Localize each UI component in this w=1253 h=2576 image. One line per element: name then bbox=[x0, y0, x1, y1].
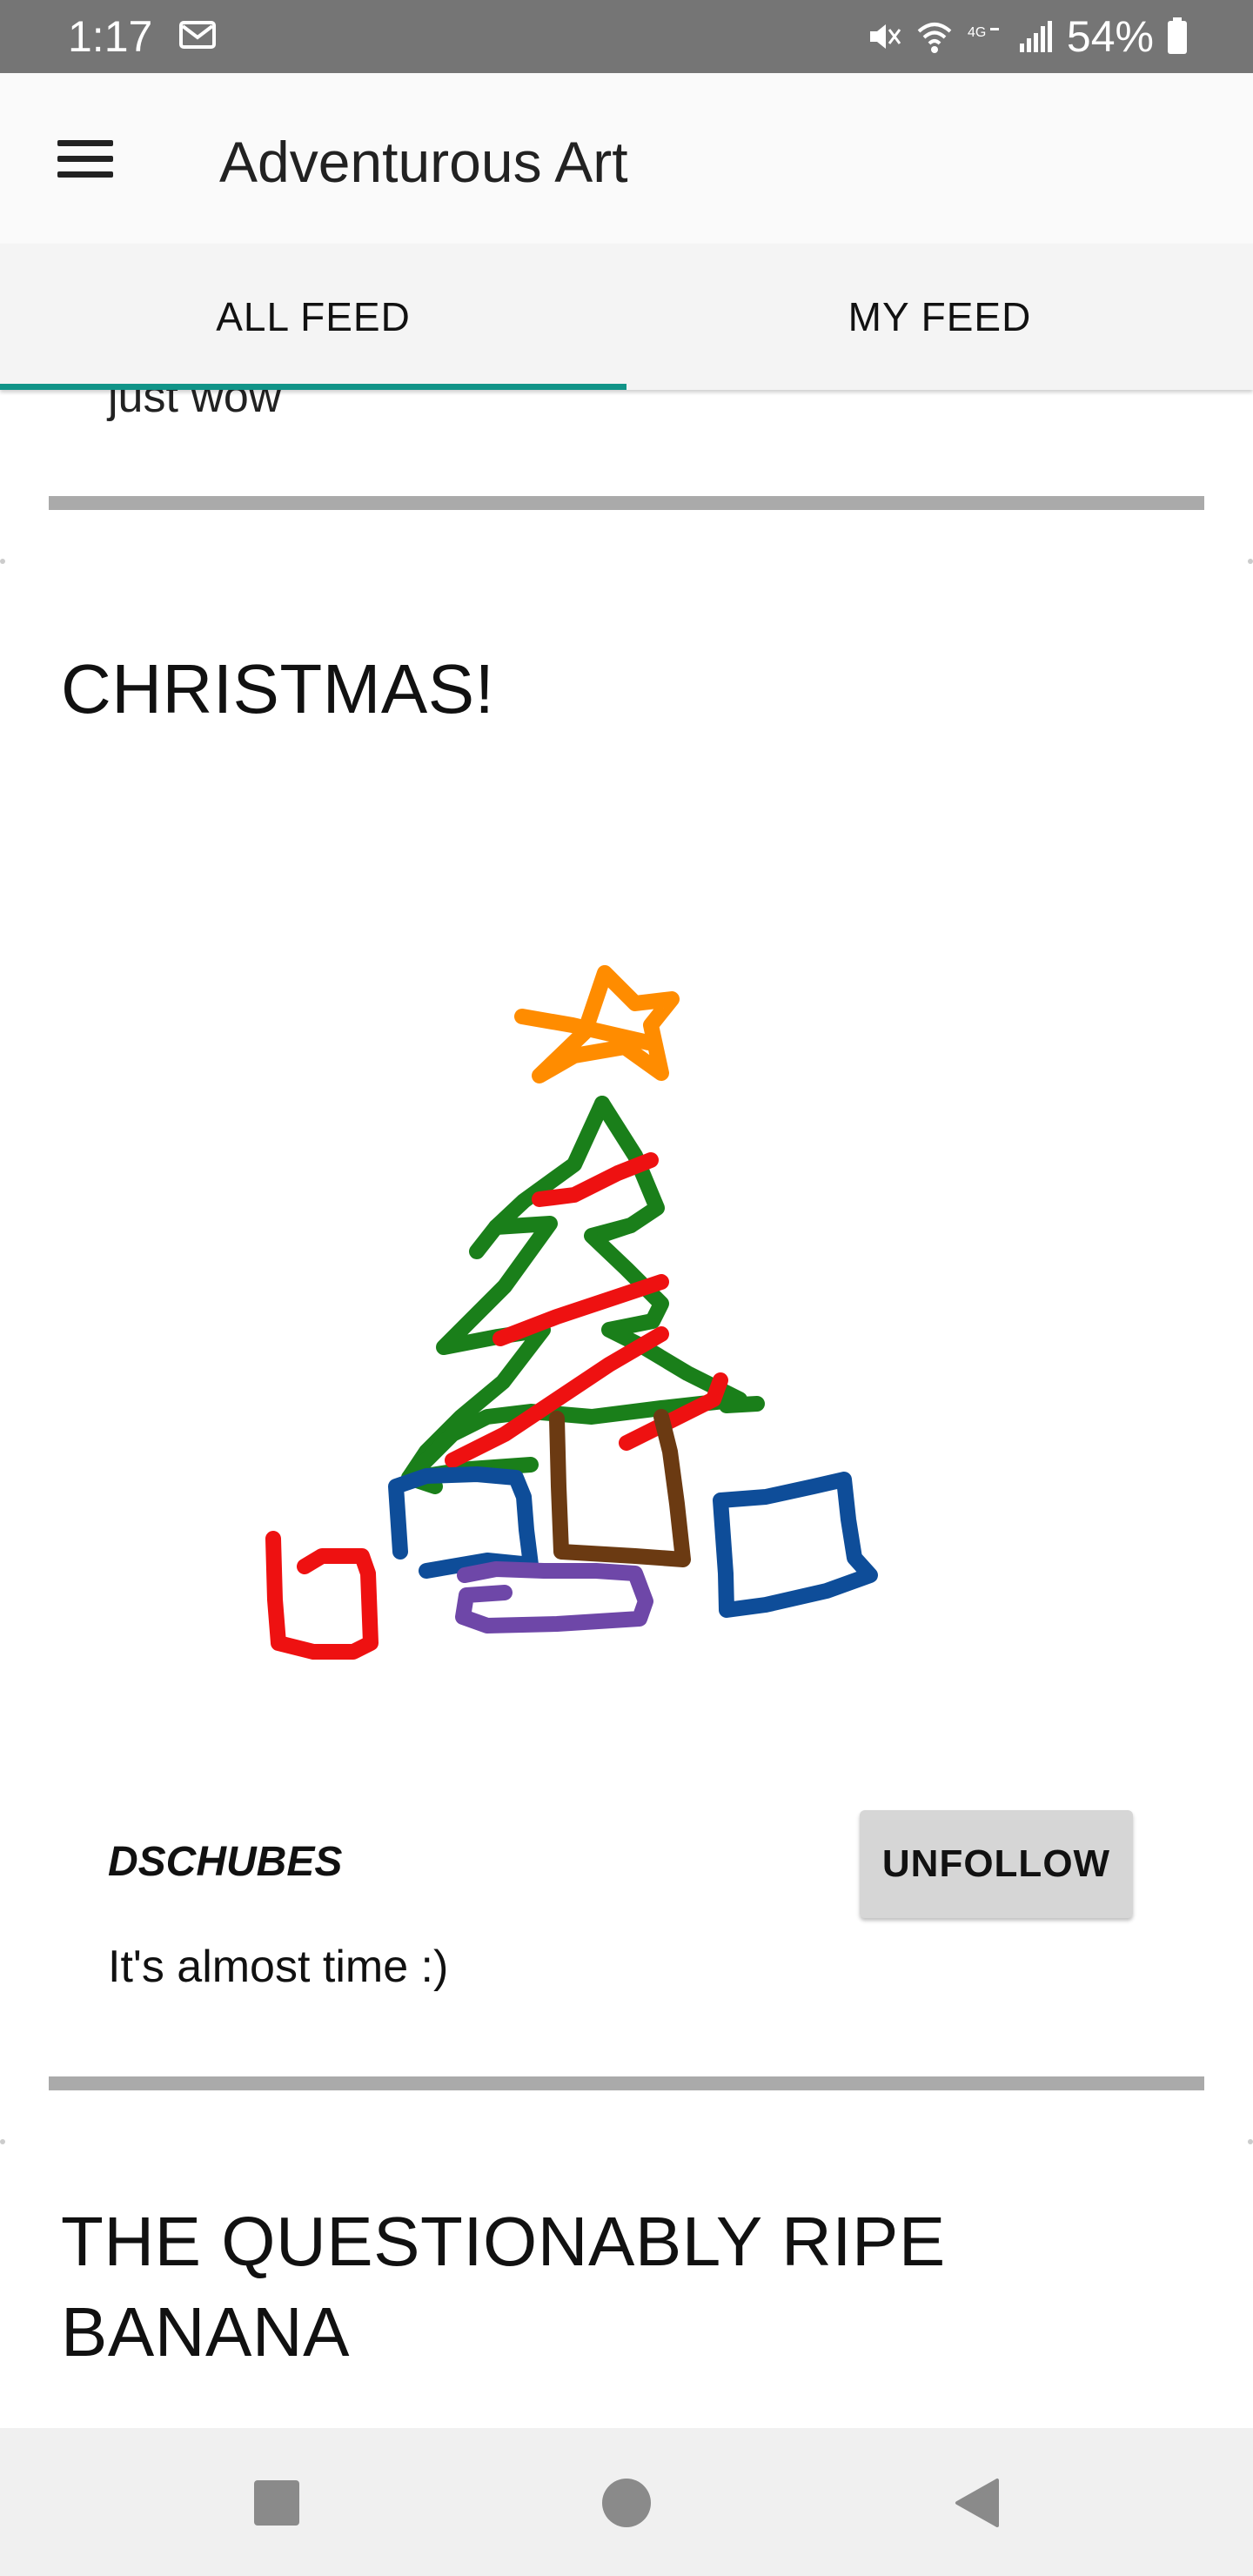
previous-post-comment: just wow bbox=[108, 390, 282, 422]
hamburger-menu-icon[interactable] bbox=[42, 124, 129, 193]
card-edge-mark bbox=[0, 559, 5, 564]
post-author[interactable]: DSCHUBES bbox=[108, 1836, 342, 1888]
post-divider bbox=[49, 2076, 1204, 2090]
tab-indicator bbox=[0, 384, 626, 390]
feed-list[interactable]: just wow CHRISTMAS! DSCHUBES UNFOLLOW It… bbox=[0, 390, 1253, 2428]
app-title: Adventurous Art bbox=[219, 130, 628, 194]
back-icon[interactable] bbox=[952, 2477, 1001, 2529]
app-bar: Adventurous Art bbox=[0, 73, 1253, 244]
wifi-icon bbox=[917, 23, 952, 53]
recent-apps-icon[interactable] bbox=[254, 2480, 299, 2526]
tab-all-feed[interactable]: ALL FEED bbox=[0, 244, 626, 390]
post-title: CHRISTMAS! bbox=[61, 650, 495, 728]
mail-icon bbox=[179, 21, 216, 49]
battery-percent: 54% bbox=[1066, 12, 1154, 61]
christmas-tree-drawing[interactable] bbox=[244, 877, 922, 1695]
signal-icon bbox=[1019, 21, 1052, 52]
battery-icon bbox=[1168, 17, 1187, 54]
card-edge-mark bbox=[1248, 559, 1253, 564]
unfollow-button[interactable]: UNFOLLOW bbox=[860, 1810, 1133, 1918]
status-time: 1:17 bbox=[68, 12, 153, 61]
card-edge-mark bbox=[1248, 2139, 1253, 2144]
post-caption: It's almost time :) bbox=[108, 1942, 449, 1992]
system-nav-bar bbox=[0, 2428, 1253, 2576]
card-edge-mark bbox=[0, 2139, 5, 2144]
feed-tabs: ALL FEED MY FEED bbox=[0, 244, 1253, 390]
svg-text:4G: 4G bbox=[968, 25, 986, 40]
home-icon[interactable] bbox=[602, 2479, 651, 2527]
tab-my-feed[interactable]: MY FEED bbox=[626, 244, 1253, 390]
status-icons: 4G 54% bbox=[865, 12, 1189, 61]
status-bar: 1:17 4G 54% bbox=[0, 0, 1253, 73]
post-divider bbox=[49, 496, 1204, 510]
post-title: THE QUESTIONABLY RIPE BANANA bbox=[61, 2203, 946, 2371]
lte-icon: 4G bbox=[968, 25, 999, 40]
mute-icon bbox=[869, 24, 901, 49]
